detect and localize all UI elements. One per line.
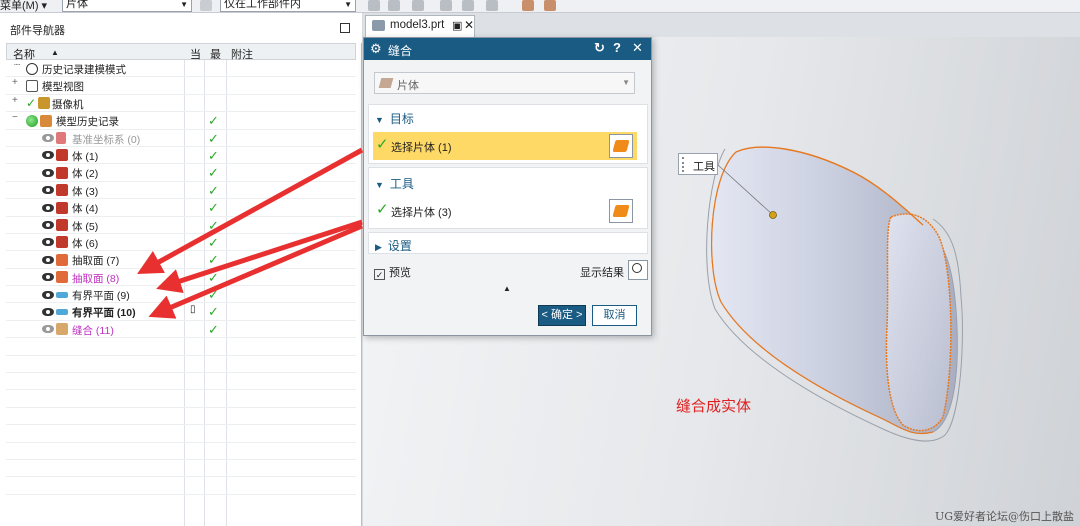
arrow-to-extract-face-7 [137, 147, 364, 275]
arrow-to-bounded-plane [148, 223, 363, 319]
arrow-to-extract-face-8 [156, 219, 363, 294]
annotation-arrows [137, 147, 364, 319]
